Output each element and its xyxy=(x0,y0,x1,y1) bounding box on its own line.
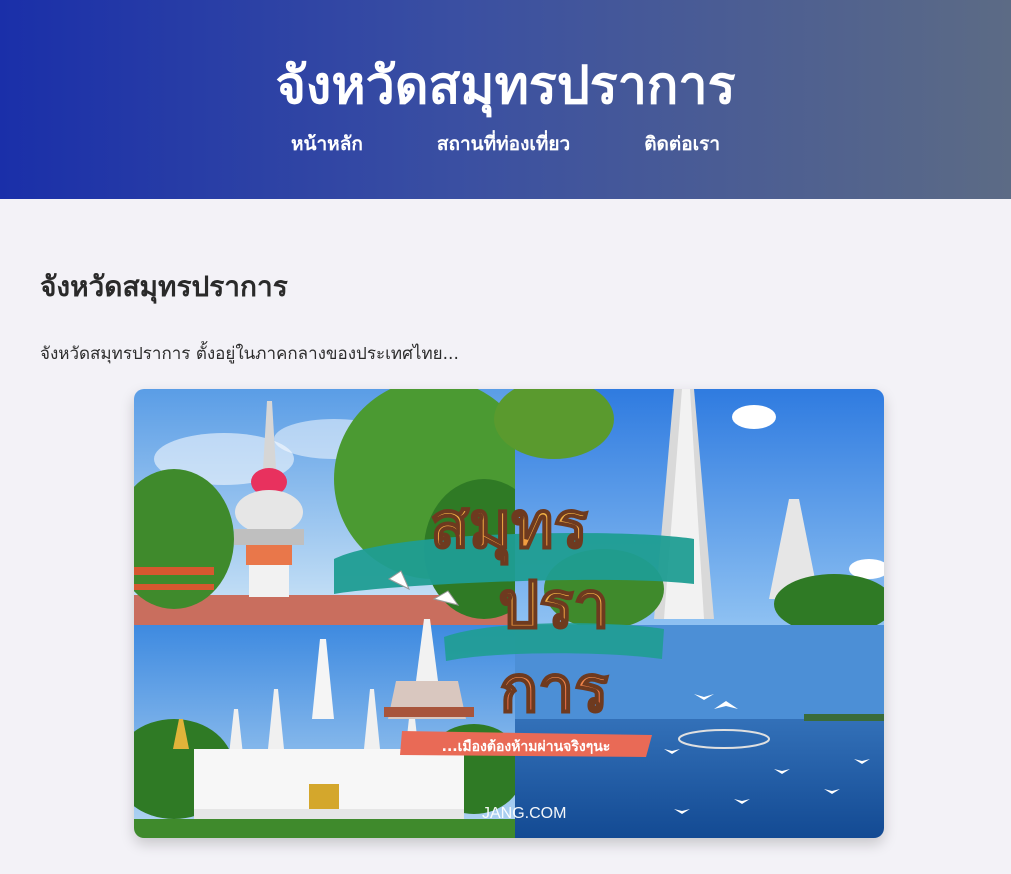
hero-title-line-1: สมุทร xyxy=(430,489,588,565)
nav-link-attractions[interactable]: สถานที่ท่องเที่ยว xyxy=(437,131,570,157)
hero-watermark: JANG.COM xyxy=(482,805,566,822)
hero-title-line-2: ปรา xyxy=(499,569,610,643)
nav-link-contact[interactable]: ติดต่อเรา xyxy=(644,131,720,157)
main-nav: หน้าหลัก สถานที่ท่องเที่ยว ติดต่อเรา xyxy=(0,131,1011,157)
section-heading: จังหวัดสมุทรปราการ xyxy=(40,270,288,303)
intro-text: จังหวัดสมุทรปราการ ตั้งอยู่ในภาคกลางของป… xyxy=(40,344,459,364)
hero-ribbon-text: ...เมืองต้องห้ามผ่านจริงๆนะ xyxy=(442,739,611,755)
site-header: จังหวัดสมุทรปราการ หน้าหลัก สถานที่ท่องเ… xyxy=(0,0,1011,199)
hero-title-line-3: การ xyxy=(499,653,608,727)
hero-image: สมุทร ปรา การ ...เมืองต้องห้ามผ่านจริงๆน… xyxy=(134,389,884,838)
site-title: จังหวัดสมุทรปราการ xyxy=(275,56,736,116)
nav-link-home[interactable]: หน้าหลัก xyxy=(291,131,363,157)
main-content: จังหวัดสมุทรปราการ จังหวัดสมุทรปราการ ตั… xyxy=(0,199,1011,874)
